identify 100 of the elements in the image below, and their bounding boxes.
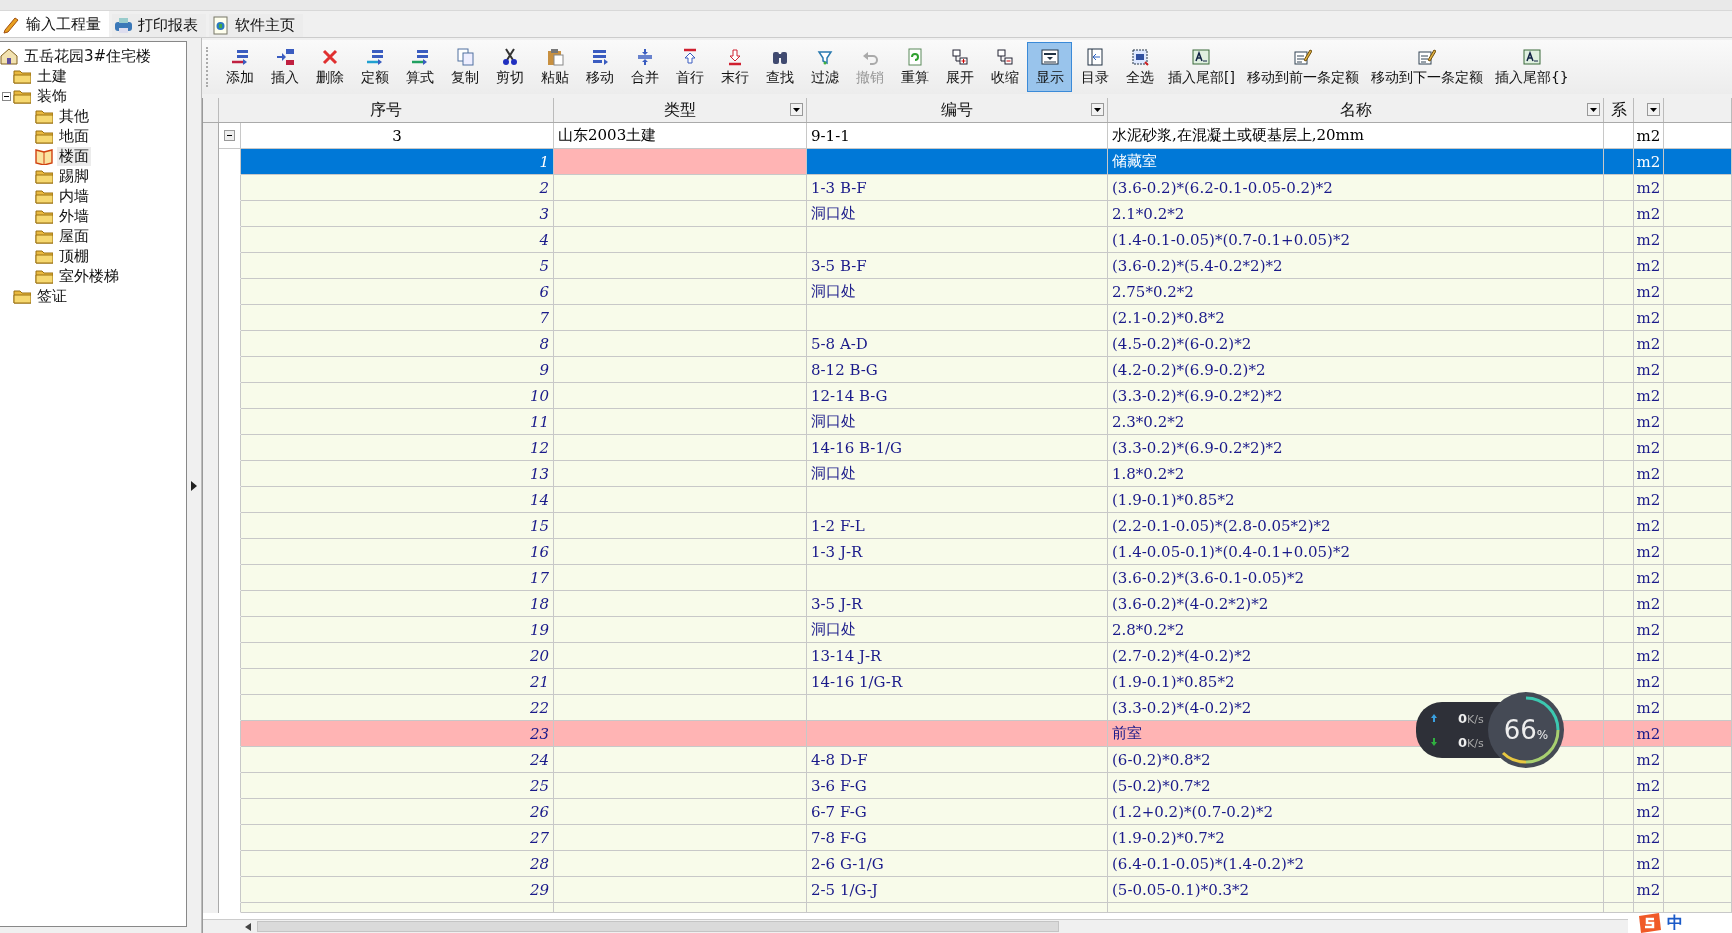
table-cell: 1-3 B-F bbox=[807, 175, 1108, 201]
toolbar-button[interactable]: 移动 bbox=[577, 42, 622, 92]
toolbar-button[interactable]: 添加 bbox=[217, 42, 262, 92]
toolbar-button[interactable]: 定额 bbox=[352, 42, 397, 92]
table-cell bbox=[1604, 773, 1634, 799]
table-cell: 4-8 D-F bbox=[807, 747, 1108, 773]
tree-item[interactable]: 地面 bbox=[57, 126, 91, 146]
toolbar-button[interactable]: 合并 bbox=[622, 42, 667, 92]
list-arrow-icon bbox=[275, 47, 294, 66]
ime-mode[interactable]: 中 bbox=[1667, 912, 1683, 933]
toolbar-button[interactable]: 移动到下一条定额 bbox=[1364, 42, 1489, 92]
table-cell bbox=[1664, 799, 1732, 825]
table-cell bbox=[1664, 279, 1732, 305]
panel-icon bbox=[1085, 47, 1104, 66]
arrow-left-icon[interactable] bbox=[245, 922, 251, 931]
table-cell: 2.1*0.2*2 bbox=[1108, 201, 1604, 227]
dropdown-icon[interactable] bbox=[1647, 103, 1660, 116]
refresh-icon bbox=[905, 47, 924, 66]
table-cell: (4.2-0.2)*(6.9-0.2)*2 bbox=[1108, 357, 1604, 383]
horizontal-scrollbar[interactable] bbox=[203, 919, 1628, 933]
tree-item[interactable]: 装饰 bbox=[35, 86, 69, 106]
tree-item[interactable]: 签证 bbox=[35, 286, 69, 306]
clipboard-icon bbox=[545, 47, 564, 66]
toolbar-button[interactable]: 首行 bbox=[667, 42, 712, 92]
table-cell: 2.75*0.2*2 bbox=[1108, 279, 1604, 305]
toolbar-button[interactable]: 重算 bbox=[892, 42, 937, 92]
printer-icon bbox=[114, 16, 133, 35]
table-cell: 26 bbox=[241, 799, 554, 825]
table-cell: m2 bbox=[1634, 227, 1664, 253]
table-cell bbox=[1664, 253, 1732, 279]
table-cell: (1.4-0.05-0.1)*(0.4-0.1+0.05)*2 bbox=[1108, 539, 1604, 565]
tab[interactable]: 软件主页 bbox=[209, 14, 303, 37]
toolbar-button[interactable]: 显示 bbox=[1027, 42, 1072, 92]
table-cell: (3.6-0.2)*(4-0.2*2)*2 bbox=[1108, 591, 1604, 617]
toolbar-button[interactable]: 末行 bbox=[712, 42, 757, 92]
toolbar-button[interactable]: 粘贴 bbox=[532, 42, 577, 92]
row-header[interactable] bbox=[203, 123, 219, 149]
table-cell: 1.8*0.2*2 bbox=[1108, 461, 1604, 487]
table-cell bbox=[1604, 201, 1634, 227]
table-cell: 5-8 A-D bbox=[807, 331, 1108, 357]
row-header[interactable] bbox=[203, 903, 219, 913]
tab[interactable]: 输入工程量 bbox=[0, 11, 109, 37]
tree-item[interactable]: 五岳花园3#住宅楼 bbox=[22, 46, 154, 66]
toolbar-button[interactable]: 展开 bbox=[937, 42, 982, 92]
table-cell: 14-16 B-1/G bbox=[807, 435, 1108, 461]
dropdown-icon[interactable] bbox=[1091, 103, 1104, 116]
arrow-right-icon bbox=[191, 480, 197, 491]
table-cell: 9 bbox=[241, 357, 554, 383]
table-cell bbox=[1664, 851, 1732, 877]
tab[interactable]: 打印报表 bbox=[112, 14, 206, 37]
toolbar-button[interactable]: 目录 bbox=[1072, 42, 1117, 92]
table-cell: (3.6-0.2)*(3.6-0.1-0.05)*2 bbox=[1108, 565, 1604, 591]
toolbar-button[interactable]: 复制 bbox=[442, 42, 487, 92]
dropdown-icon[interactable] bbox=[790, 103, 803, 116]
tree-item[interactable]: 踢脚 bbox=[57, 166, 91, 186]
toolbar-button[interactable]: 全选 bbox=[1117, 42, 1162, 92]
table-cell: (5-0.2)*0.7*2 bbox=[1108, 773, 1604, 799]
tree-item[interactable]: 屋面 bbox=[57, 226, 91, 246]
toolbar-button[interactable]: 移动到前一条定额 bbox=[1240, 42, 1365, 92]
tree-item[interactable]: 室外楼梯 bbox=[57, 266, 121, 286]
column-header[interactable]: 编号 bbox=[807, 98, 1108, 122]
column-header[interactable]: 序号 bbox=[219, 98, 554, 122]
table-cell bbox=[1604, 903, 1634, 913]
toolbar-button[interactable]: 剪切 bbox=[487, 42, 532, 92]
tree-item[interactable]: 楼面 bbox=[57, 146, 91, 166]
table-cell: (4.5-0.2)*(6-0.2)*2 bbox=[1108, 331, 1604, 357]
table-cell: 水泥砂浆,在混凝土或硬基层上,20mm bbox=[1108, 123, 1604, 149]
table-cell: (6.4-0.1-0.05)*(1.4-0.2)*2 bbox=[1108, 851, 1604, 877]
toolbar-button[interactable]: 插入 bbox=[262, 42, 307, 92]
column-header[interactable]: 名称 bbox=[1108, 98, 1604, 122]
toolbar-button[interactable]: 删除 bbox=[307, 42, 352, 92]
list-arrow-icon bbox=[590, 47, 609, 66]
table-cell bbox=[1604, 747, 1634, 773]
toolbar-button[interactable]: 插入尾部{} bbox=[1488, 42, 1575, 92]
tree-item[interactable]: 内墙 bbox=[57, 186, 91, 206]
folder-icon bbox=[35, 167, 53, 185]
collapse-icon[interactable] bbox=[2, 91, 11, 101]
table-cell: m2 bbox=[1634, 695, 1664, 721]
dropdown-icon[interactable] bbox=[1587, 103, 1600, 116]
tree-item[interactable]: 顶棚 bbox=[57, 246, 91, 266]
toolbar-button[interactable]: 插入尾部[] bbox=[1162, 42, 1241, 92]
scrollbar-thumb[interactable] bbox=[257, 921, 1059, 932]
table-cell bbox=[1604, 851, 1634, 877]
table-cell: m2 bbox=[1634, 149, 1664, 175]
toolbar-button[interactable]: 查找 bbox=[757, 42, 802, 92]
table-cell bbox=[1604, 617, 1634, 643]
toolbar-button[interactable]: 算式 bbox=[397, 42, 442, 92]
toolbar-button[interactable]: 过滤 bbox=[802, 42, 847, 92]
column-header[interactable]: 系 bbox=[1604, 98, 1634, 122]
list-arrow-icon bbox=[365, 47, 384, 66]
table-cell: m2 bbox=[1634, 851, 1664, 877]
tree-item[interactable]: 土建 bbox=[35, 66, 69, 86]
table-cell bbox=[1664, 643, 1732, 669]
collapse-icon[interactable] bbox=[224, 130, 235, 141]
toolbar-button[interactable]: 收缩 bbox=[982, 42, 1027, 92]
column-header[interactable]: 类型 bbox=[554, 98, 807, 122]
table-cell: m2 bbox=[1634, 513, 1664, 539]
table-cell bbox=[1664, 409, 1732, 435]
tree-item[interactable]: 其他 bbox=[57, 106, 91, 126]
tree-item[interactable]: 外墙 bbox=[57, 206, 91, 226]
